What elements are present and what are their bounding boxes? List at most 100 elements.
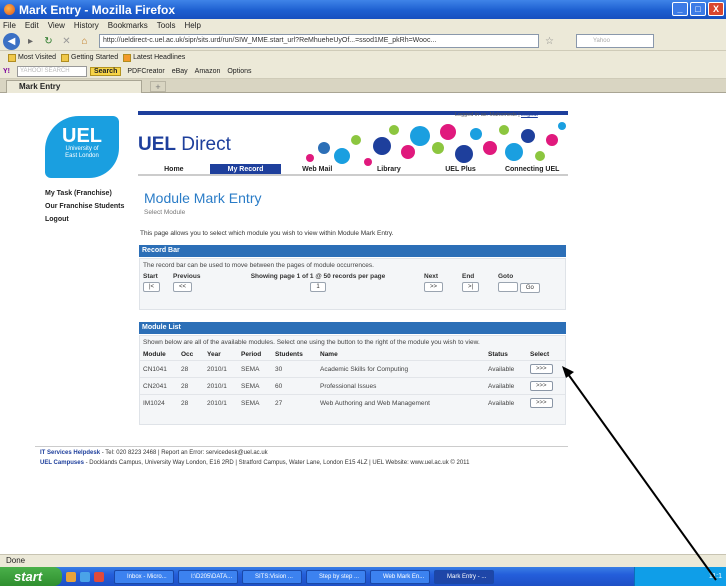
module-table: Module Occ Year Period Students Name Sta… <box>140 349 565 411</box>
window-titlebar: Mark Entry - Mozilla Firefox _ □ X <box>0 0 726 19</box>
tab-bar: Mark Entry + <box>0 79 726 93</box>
record-bar-table: Start Previous Showing page 1 of 1 @ 50 … <box>140 272 565 294</box>
col-occ: Occ <box>181 351 194 358</box>
menu-history[interactable]: History <box>74 21 99 30</box>
footer-campuses-text: - Docklands Campus, University Way Londo… <box>83 460 470 466</box>
close-button[interactable]: X <box>708 2 724 16</box>
address-bar[interactable]: http://ueldirect-c.uel.ac.uk/sipr/sits.u… <box>99 34 539 48</box>
nav-web-mail[interactable]: Web Mail <box>281 164 354 176</box>
start-button[interactable]: start <box>0 567 62 586</box>
col-name: Name <box>320 351 338 358</box>
logo-subtext-1: University of <box>65 146 99 152</box>
task-mark-entry[interactable]: Mark Entry - ... <box>434 569 494 584</box>
module-list-text: Shown below are all of the available mod… <box>143 339 480 346</box>
task-sits[interactable]: SITS:Vision ... <box>242 569 302 584</box>
minimize-button[interactable]: _ <box>672 2 688 16</box>
bookmark-icon <box>61 53 69 62</box>
status-bar: Done <box>0 554 726 567</box>
table-header-row: Module Occ Year Period Students Name Sta… <box>140 349 565 361</box>
sidebar-item-logout[interactable]: Logout <box>45 216 130 223</box>
col-select: Select <box>530 351 550 358</box>
maximize-button[interactable]: □ <box>690 2 706 16</box>
site-title-rest: Direct <box>176 134 231 155</box>
menu-view[interactable]: View <box>48 21 65 30</box>
bookmark-most-visited[interactable]: Most Visited <box>18 54 56 61</box>
cell-year: 2010/1 <box>204 394 238 411</box>
rb-header-previous: Previous <box>173 273 201 280</box>
task-step-by-step[interactable]: Step by step ... <box>306 569 366 584</box>
cell-students: 27 <box>272 394 317 411</box>
yahoo-search-input[interactable]: YAHOO! SEARCH <box>17 65 87 77</box>
menu-edit[interactable]: Edit <box>25 21 39 30</box>
table-row: CN1041 28 2010/1 SEMA 30 Academic Skills… <box>140 360 565 378</box>
toolbar-options[interactable]: Options <box>227 68 251 75</box>
nav-home[interactable]: Home <box>138 164 210 176</box>
cell-period: SEMA <box>238 394 272 411</box>
select-module-button[interactable]: >>> <box>530 381 553 391</box>
quicklaunch-icon[interactable] <box>66 571 76 582</box>
cell-period: SEMA <box>238 377 272 395</box>
tab-mark-entry[interactable]: Mark Entry <box>6 80 142 93</box>
bookmark-getting-started[interactable]: Getting Started <box>71 54 118 61</box>
menu-tools[interactable]: Tools <box>157 21 176 30</box>
cell-module: CN2041 <box>140 377 178 395</box>
back-button[interactable]: ◀ <box>3 32 20 50</box>
task-inbox[interactable]: Inbox - Micro... <box>114 569 174 584</box>
record-bar-panel: The record bar can be used to move betwe… <box>139 258 566 310</box>
uel-logo: UEL University of East London <box>45 116 119 178</box>
bookmark-latest-headlines[interactable]: Latest Headlines <box>133 54 185 61</box>
col-year: Year <box>207 351 221 358</box>
cell-name: Academic Skills for Computing <box>317 360 485 378</box>
yahoo-logo-icon: Y! <box>3 67 10 75</box>
nav-library[interactable]: Library <box>353 164 425 176</box>
forward-icon[interactable]: ▸ <box>23 34 38 49</box>
rb-header-end: End <box>462 273 475 280</box>
cell-occ: 28 <box>178 377 204 395</box>
toolbar-pdfcreator[interactable]: PDFCreator <box>127 68 164 75</box>
cell-name: Web Authoring and Web Management <box>317 394 485 411</box>
window-title: Mark Entry - Mozilla Firefox <box>19 2 176 17</box>
task-folder[interactable]: I:\D205\DATA... <box>178 569 238 584</box>
sidebar-item-franchise-students[interactable]: Our Franchise Students <box>45 203 130 210</box>
site-title: UEL Direct <box>138 134 231 156</box>
bookmark-star-icon[interactable]: ☆ <box>542 34 557 49</box>
logo-subtext-2: East London <box>65 153 99 159</box>
nav-uel-plus[interactable]: UEL Plus <box>424 164 497 176</box>
menu-file[interactable]: File <box>3 21 16 30</box>
cell-occ: 28 <box>178 394 204 411</box>
page-subtitle: Select Module <box>144 209 186 216</box>
search-box[interactable]: Yahoo <box>576 34 654 48</box>
nav-connecting-uel[interactable]: Connecting UEL <box>496 164 569 176</box>
footer-campuses-label: UEL Campuses <box>40 460 84 466</box>
page-title: Module Mark Entry <box>144 190 262 206</box>
select-module-button[interactable]: >>> <box>530 364 553 374</box>
quicklaunch-icon[interactable] <box>94 571 104 582</box>
toolbar-ebay[interactable]: eBay <box>172 68 188 75</box>
cell-name: Professional Issues <box>317 377 485 395</box>
cell-status: Available <box>485 360 527 378</box>
home-icon[interactable]: ⌂ <box>77 34 92 49</box>
next-page-button[interactable]: >> <box>424 282 444 293</box>
menu-bookmarks[interactable]: Bookmarks <box>108 21 148 30</box>
yahoo-search-button[interactable]: Search <box>90 66 122 76</box>
goto-input[interactable] <box>498 282 518 292</box>
col-status: Status <box>488 351 508 358</box>
new-tab-button[interactable]: + <box>150 81 166 92</box>
stop-icon[interactable]: ✕ <box>59 34 74 49</box>
page-number-button[interactable]: 1 <box>310 282 326 293</box>
site-title-bold: UEL <box>138 134 176 155</box>
cell-status: Available <box>485 394 527 411</box>
nav-my-record[interactable]: My Record <box>209 164 282 176</box>
select-module-button[interactable]: >>> <box>530 398 553 408</box>
quicklaunch-icon[interactable] <box>80 571 90 582</box>
sidebar-item-my-task[interactable]: My Task (Franchise) <box>45 190 130 197</box>
previous-page-button[interactable]: << <box>173 282 193 293</box>
last-page-button[interactable]: >| <box>462 282 480 293</box>
rb-header-goto: Goto <box>498 273 514 280</box>
task-web-mark-entry[interactable]: Web Mark En... <box>370 569 430 584</box>
go-button[interactable]: Go <box>519 282 540 293</box>
reload-icon[interactable]: ↻ <box>41 34 56 49</box>
toolbar-amazon[interactable]: Amazon <box>195 68 221 75</box>
menu-help[interactable]: Help <box>184 21 200 30</box>
first-page-button[interactable]: |< <box>143 282 161 293</box>
